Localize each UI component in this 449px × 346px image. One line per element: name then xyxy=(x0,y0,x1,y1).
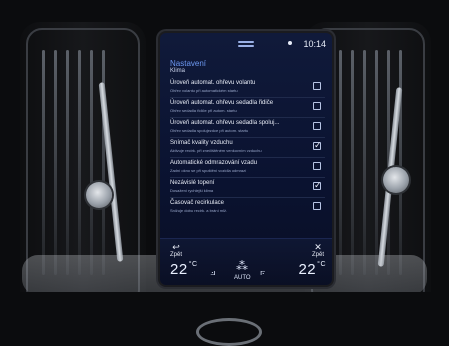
page-title: Nastavení xyxy=(170,59,207,68)
setting-description: Zadní okno se při spuštění vozidla odmra… xyxy=(170,168,247,173)
setting-label: Automatické odmrazování vzadu xyxy=(170,160,258,166)
car-dashboard-scene: 10:14 Nastavení Klima Úroveň automat. oh… xyxy=(0,0,449,346)
setting-label: Úroveň automat. ohřevu sedadla řidiče xyxy=(170,100,274,106)
right-vent-slat xyxy=(351,50,354,275)
back-button[interactable]: ↩ Zpět xyxy=(170,242,183,259)
setting-checkbox[interactable] xyxy=(313,162,321,170)
pulldown-handle[interactable] xyxy=(238,41,254,43)
setting-description: Dosažení rychlejší klima xyxy=(170,188,214,193)
setting-checkbox[interactable] xyxy=(313,122,321,130)
setting-row[interactable]: Snímač kvality vzduchu Aktivuje recirk. … xyxy=(170,140,325,158)
seat-heat-icon[interactable]: ⟔ xyxy=(260,264,266,279)
setting-row[interactable]: Časovač recirkulace Snižuje dobu recirk.… xyxy=(170,200,325,218)
seat-heat-icon[interactable]: ⟓ xyxy=(210,264,216,279)
right-temp-unit: °C xyxy=(317,261,326,268)
setting-row[interactable]: Úroveň automat. ohřevu sedadla řidiče Oh… xyxy=(170,100,325,118)
divider xyxy=(170,117,325,118)
pulldown-handle[interactable] xyxy=(238,45,254,47)
setting-row[interactable]: Úroveň automat. ohřevu volantu Ohřev vol… xyxy=(170,80,325,98)
setting-description: Ohřev sedadla spolujezdce při autom. sta… xyxy=(170,128,249,133)
setting-row[interactable]: Úroveň automat. ohřevu sedadla spoluj...… xyxy=(170,120,325,138)
divider xyxy=(170,157,325,158)
back-label: Zpět xyxy=(170,252,183,258)
page-subtitle: Klima xyxy=(170,68,186,74)
close-icon: ✕ xyxy=(314,242,322,252)
setting-checkbox[interactable] xyxy=(313,140,322,151)
setting-label: Snímač kvality vzduchu xyxy=(170,140,233,146)
setting-description: Ohřev sedadla řidiče při autom. startu xyxy=(170,108,237,113)
divider xyxy=(170,137,325,138)
setting-description: Ohřev volantu při automatickém startu xyxy=(170,88,238,93)
divider xyxy=(170,97,325,98)
setting-description: Snižuje dobu recirk. a brání mlž. xyxy=(170,208,228,213)
setting-checkbox[interactable] xyxy=(313,82,321,90)
setting-checkbox[interactable] xyxy=(313,202,321,210)
close-label: Zpět xyxy=(311,252,324,258)
auto-label[interactable]: AUTO xyxy=(234,275,251,281)
divider xyxy=(170,197,325,198)
setting-checkbox[interactable] xyxy=(313,180,322,191)
setting-row[interactable]: Automatické odmrazování vzadu Zadní okno… xyxy=(170,160,325,178)
status-bar: 10:14 xyxy=(160,39,332,51)
right-vent-slat xyxy=(363,50,366,275)
infotainment-screen[interactable]: 10:14 Nastavení Klima Úroveň automat. oh… xyxy=(160,33,332,285)
setting-label: Úroveň automat. ohřevu volantu xyxy=(170,80,256,86)
setting-label: Časovač recirkulace xyxy=(170,200,225,206)
climate-bar: ↩ Zpět ✕ Zpět 22°C ⟓ ⁂ AUTO ⟔ 22°C xyxy=(160,238,332,285)
left-vent-slat xyxy=(90,50,93,275)
right-temp-value: 22 xyxy=(298,261,317,278)
left-vent-slat xyxy=(66,50,69,275)
right-vent-knob[interactable] xyxy=(383,167,409,193)
left-vent-knob[interactable] xyxy=(86,182,112,208)
signal-icon xyxy=(288,41,292,45)
right-temperature[interactable]: 22°C xyxy=(298,261,326,278)
setting-description: Aktivuje recirk. při znečištěném venkovn… xyxy=(170,148,262,153)
fan-icon[interactable]: ⁂ xyxy=(236,259,248,273)
clock: 10:14 xyxy=(303,39,326,49)
close-button[interactable]: ✕ Zpět xyxy=(311,242,324,259)
setting-checkbox[interactable] xyxy=(313,102,321,110)
left-temp-unit: °C xyxy=(188,261,198,268)
drive-mode-ring[interactable] xyxy=(196,318,262,346)
setting-label: Nezávislé topení xyxy=(170,180,215,186)
divider xyxy=(170,177,325,178)
left-temp-value: 22 xyxy=(170,261,188,278)
right-vent-slat xyxy=(399,50,402,275)
setting-row[interactable]: Nezávislé topení Dosažení rychlejší klim… xyxy=(170,180,325,198)
left-vent-slat xyxy=(42,50,45,275)
left-vent-slat xyxy=(54,50,57,275)
right-vent-slat xyxy=(375,50,378,275)
back-icon: ↩ xyxy=(172,242,180,252)
left-temperature[interactable]: 22°C xyxy=(170,261,198,278)
right-vent-slat xyxy=(339,50,342,275)
left-vent-slat xyxy=(78,50,81,275)
setting-label: Úroveň automat. ohřevu sedadla spoluj... xyxy=(170,120,280,126)
